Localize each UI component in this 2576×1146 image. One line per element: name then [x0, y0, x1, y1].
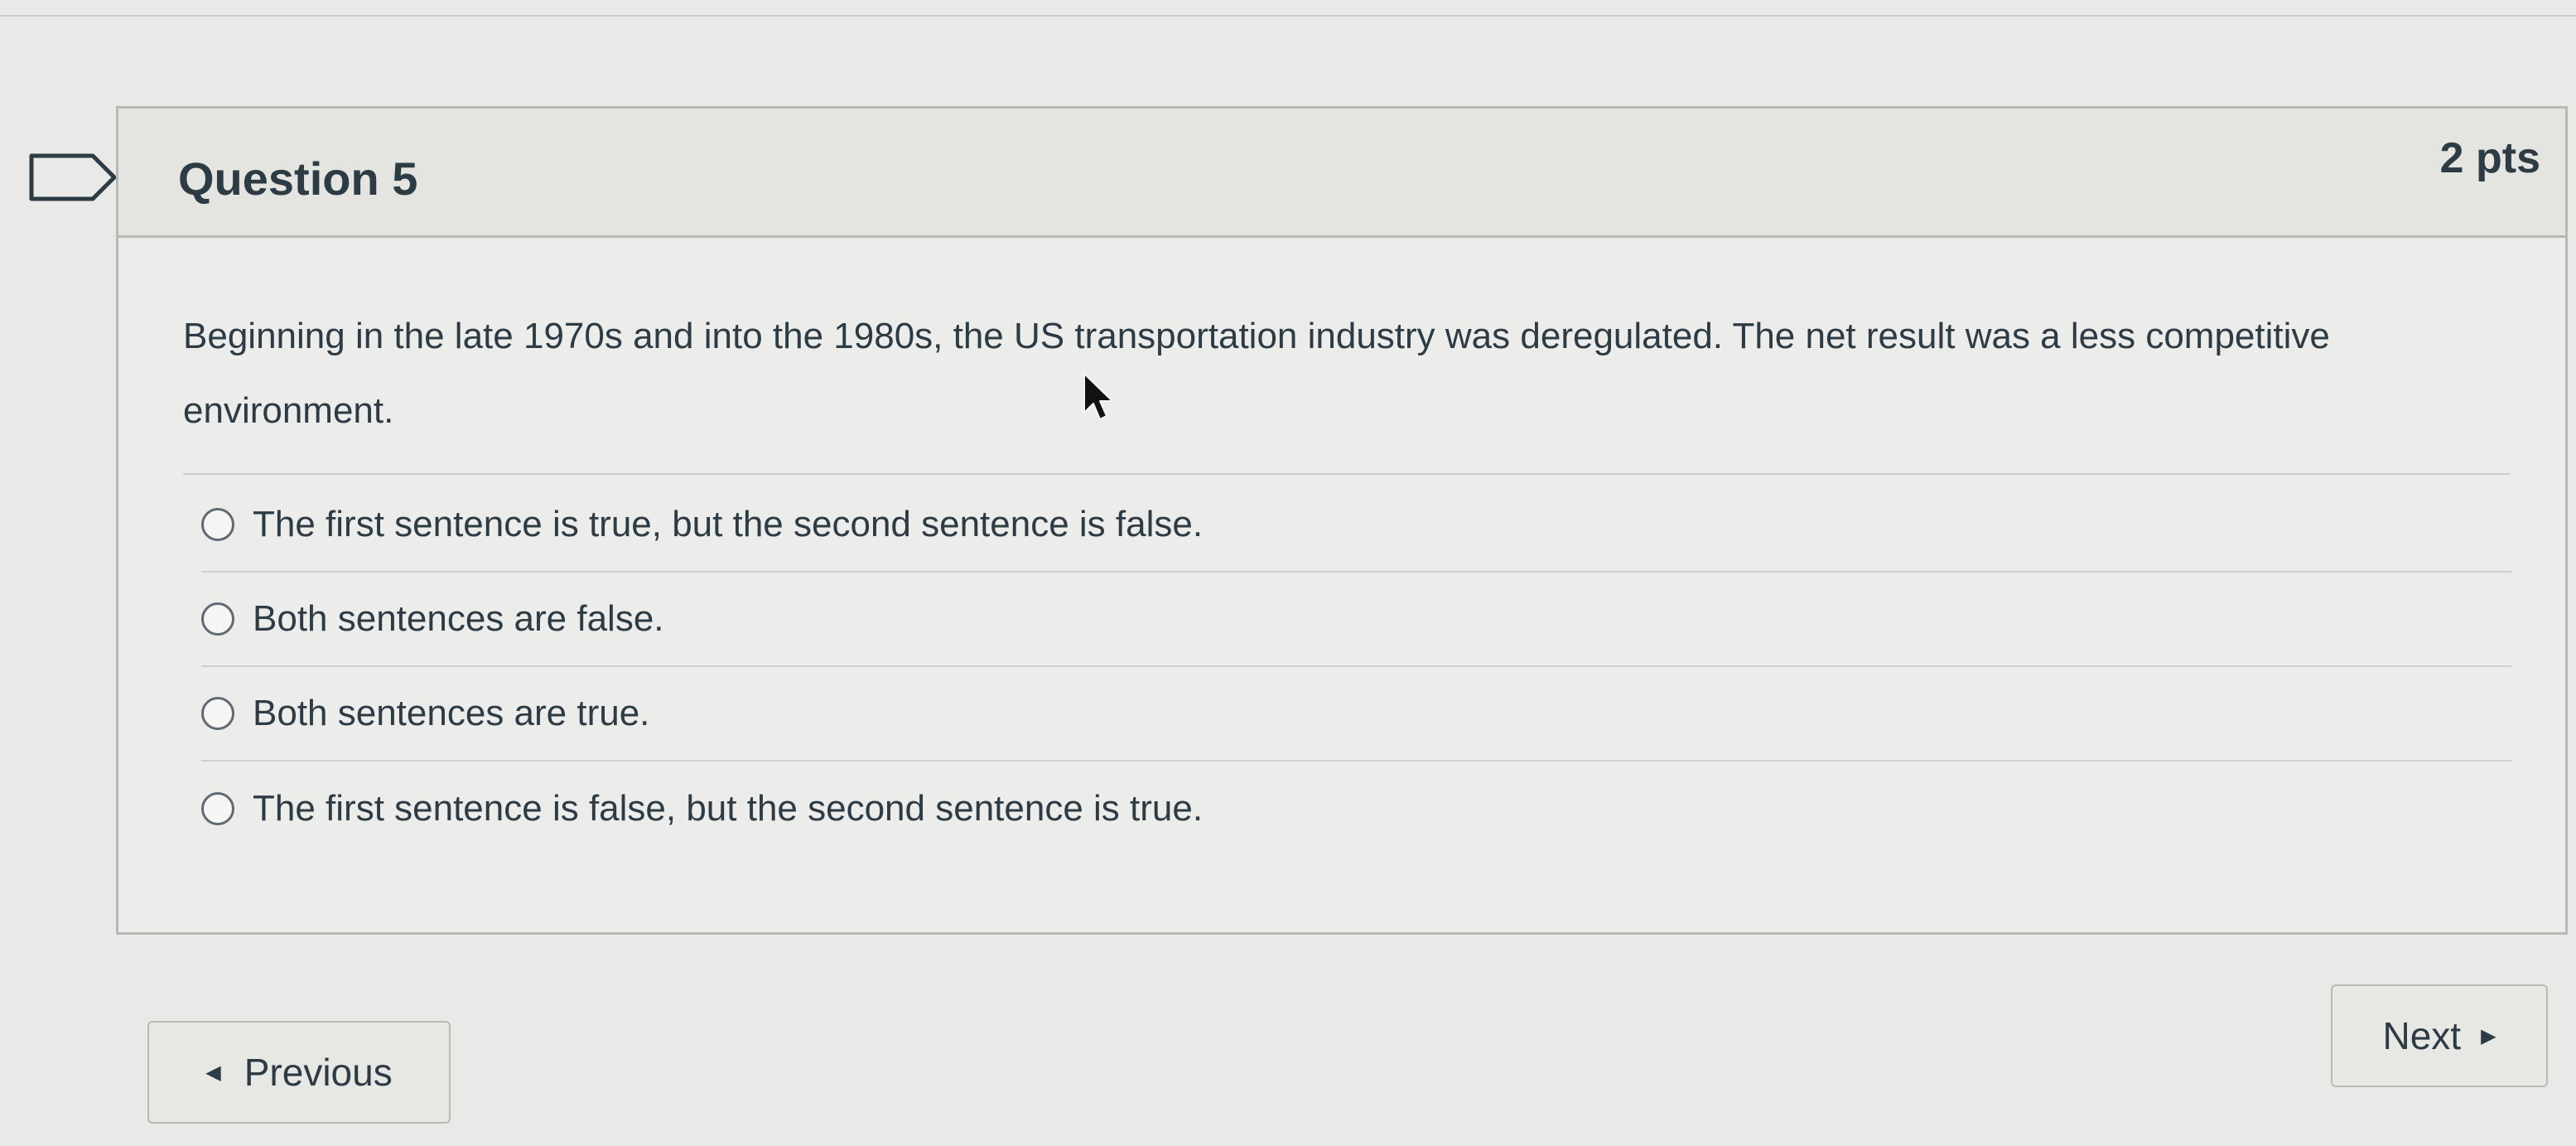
answer-option[interactable]: The first sentence is false, but the sec… [201, 762, 2512, 856]
answer-option[interactable]: Both sentences are false. [201, 573, 2512, 667]
question-title: Question 5 [178, 152, 418, 205]
radio-button[interactable] [201, 602, 234, 636]
answer-option[interactable]: Both sentences are true. [201, 667, 2512, 762]
answer-label: Both sentences are true. [253, 693, 650, 733]
bookmark-icon[interactable] [28, 152, 119, 202]
question-header: Question 5 2 pts [118, 109, 2565, 238]
previous-button[interactable]: ◀ Previous [147, 1021, 451, 1124]
question-card: Question 5 2 pts Beginning in the late 1… [116, 106, 2568, 935]
radio-button[interactable] [201, 792, 234, 825]
radio-button[interactable] [201, 508, 234, 541]
triangle-left-icon: ◀ [205, 1061, 221, 1084]
triangle-right-icon: ▶ [2481, 1024, 2496, 1047]
question-text: Beginning in the late 1970s and into the… [183, 316, 2330, 431]
answer-label: The first sentence is true, but the seco… [253, 504, 1204, 544]
answer-option[interactable]: The first sentence is true, but the seco… [201, 478, 2512, 573]
radio-button[interactable] [201, 697, 234, 730]
next-button[interactable]: Next ▶ [2331, 984, 2548, 1087]
answer-label: The first sentence is false, but the sec… [253, 788, 1204, 829]
previous-label: Previous [244, 1051, 393, 1094]
next-label: Next [2382, 1014, 2462, 1057]
top-divider [0, 15, 2576, 17]
mouse-pointer-icon [1083, 373, 1113, 420]
points-value: 2 pts [2439, 134, 2540, 182]
answers-divider [183, 473, 2511, 475]
answer-label: Both sentences are false. [253, 598, 664, 639]
